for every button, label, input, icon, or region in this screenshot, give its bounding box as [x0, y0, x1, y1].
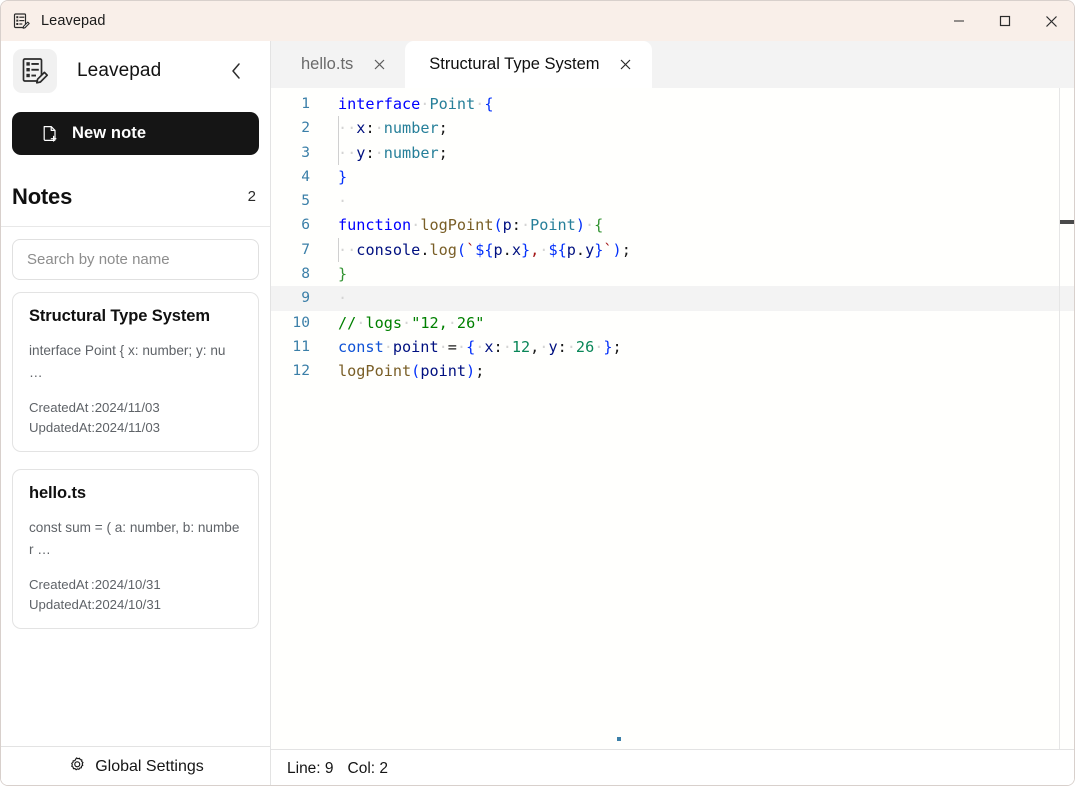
tab-structural-type-system[interactable]: Structural Type System	[405, 41, 652, 88]
status-line: Line: 9	[287, 759, 334, 777]
code-area[interactable]: 1 interface·Point·{ 2 ··x:·number; 3 ··y…	[271, 88, 1074, 384]
line-content: }	[338, 265, 348, 284]
note-updated: UpdatedAt:2024/10/31	[29, 595, 242, 615]
line-content: ·	[338, 192, 348, 211]
line-number: 11	[292, 337, 310, 355]
chevron-left-icon[interactable]	[226, 60, 246, 82]
line-number: 8	[301, 265, 310, 283]
close-icon[interactable]	[618, 57, 634, 73]
code-line: 11 const·point·=·{·x:·12,·y:·26·};	[271, 335, 1074, 359]
caret-marker	[617, 737, 621, 741]
code-line: 8 }	[271, 262, 1074, 286]
line-content: ··x:·number;	[319, 116, 448, 141]
window-controls	[936, 1, 1074, 41]
new-note-label: New note	[72, 124, 147, 142]
search-wrapper	[1, 227, 270, 280]
line-number: 12	[292, 362, 310, 380]
line-number: 4	[301, 167, 310, 185]
gear-icon	[67, 755, 86, 779]
global-settings-label: Global Settings	[95, 758, 204, 775]
code-editor[interactable]: 1 interface·Point·{ 2 ··x:·number; 3 ··y…	[271, 88, 1074, 749]
global-settings-button[interactable]: Global Settings	[1, 746, 270, 785]
note-list: Structural Type System interface Point {…	[1, 280, 270, 630]
code-line: 2 ··x:·number;	[271, 116, 1074, 141]
line-content: const·point·=·{·x:·12,·y:·26·};	[338, 337, 622, 356]
note-excerpt: const sum = ( a: number, b: number …	[29, 520, 240, 558]
line-content: ·	[338, 289, 348, 308]
window-title: Leavepad	[41, 13, 106, 29]
note-created-value: 2024/10/31	[94, 577, 161, 593]
line-number: 5	[301, 192, 310, 210]
code-line: 7 ··console.log(`${p.x},·${p.y}`);	[271, 237, 1074, 263]
code-line: 3 ··y:·number;	[271, 140, 1074, 165]
note-created: CreatedAt :2024/10/31	[29, 575, 242, 595]
file-plus-icon	[40, 124, 59, 143]
line-content: function·logPoint(p:·Point)·{	[338, 216, 604, 235]
search-input[interactable]	[12, 239, 259, 280]
new-note-button[interactable]: New note	[12, 112, 259, 155]
note-excerpt: interface Point { x: number; y: nu …	[29, 343, 226, 381]
line-number: 6	[301, 216, 310, 234]
tab-bar: hello.ts Structural Type System	[271, 41, 1074, 88]
line-content: //·logs·"12,·26"	[338, 313, 485, 332]
line-content: ··y:·number;	[319, 140, 448, 165]
note-created-label: CreatedAt :	[29, 400, 95, 416]
line-number: 1	[301, 95, 310, 112]
note-created: CreatedAt :2024/11/03	[29, 398, 242, 418]
code-line: 10 //·logs·"12,·26"	[271, 311, 1074, 335]
tab-label: Structural Type System	[429, 55, 600, 73]
line-content: interface·Point·{	[338, 95, 494, 113]
note-created-value: 2024/11/03	[94, 400, 160, 416]
status-bar: Line: 9 Col: 2	[271, 749, 1074, 785]
notes-title: Notes	[12, 183, 73, 209]
brand-name: Leavepad	[77, 60, 162, 81]
list-item[interactable]: Structural Type System interface Point {…	[12, 292, 259, 453]
code-line: 5 ·	[271, 189, 1074, 213]
close-icon[interactable]	[371, 57, 387, 73]
status-col: Col: 2	[347, 759, 389, 777]
title-bar: Leavepad	[1, 1, 1074, 41]
code-line: 6 function·logPoint(p:·Point)·{	[271, 213, 1074, 237]
line-content: ··console.log(`${p.x},·${p.y}`);	[319, 237, 631, 263]
code-line-active: 9 ·	[271, 286, 1074, 311]
note-title: hello.ts	[29, 484, 86, 503]
note-updated: UpdatedAt:2024/11/03	[29, 418, 242, 438]
code-line: 12 logPoint(point);	[271, 359, 1074, 383]
scrollbar-thumb[interactable]	[1060, 220, 1074, 224]
main-area: hello.ts Structural Type System 1 interf…	[271, 41, 1074, 785]
line-number: 7	[301, 240, 310, 258]
sidebar-brand: Leavepad	[1, 41, 270, 101]
line-number: 10	[292, 313, 310, 331]
note-title: Structural Type System	[29, 307, 210, 325]
code-line: 1 interface·Point·{	[271, 92, 1074, 116]
sidebar: Leavepad New note Notes 2 Search by note…	[1, 41, 271, 785]
app-window: Leavepad Leavepad New note Notes 2 Searc…	[0, 0, 1075, 786]
editor-scrollbar[interactable]	[1059, 88, 1074, 749]
notes-header: Notes 2	[1, 167, 270, 227]
note-updated-label: UpdatedAt:	[29, 597, 95, 613]
leavepad-icon	[11, 11, 31, 31]
line-number: 3	[301, 143, 310, 161]
list-item[interactable]: hello.ts const sum = ( a: number, b: num…	[12, 469, 259, 630]
line-number: 9	[301, 289, 310, 307]
line-content: logPoint(point);	[338, 362, 485, 381]
note-updated-value: 2024/10/31	[94, 597, 161, 613]
code-line: 4 }	[271, 165, 1074, 189]
note-updated-value: 2024/11/03	[94, 420, 161, 436]
note-updated-label: UpdatedAt:	[29, 420, 95, 436]
line-number: 2	[301, 119, 310, 137]
close-icon[interactable]	[1028, 1, 1074, 41]
line-content: }	[338, 167, 348, 186]
minimize-icon[interactable]	[936, 1, 982, 41]
new-note-wrapper: New note	[1, 101, 270, 155]
note-created-label: CreatedAt :	[29, 577, 95, 593]
tab-hello-ts[interactable]: hello.ts	[279, 41, 405, 88]
notes-count: 2	[247, 188, 256, 205]
maximize-icon[interactable]	[982, 1, 1028, 41]
tab-label: hello.ts	[301, 55, 354, 73]
leavepad-logo-icon	[13, 49, 57, 93]
